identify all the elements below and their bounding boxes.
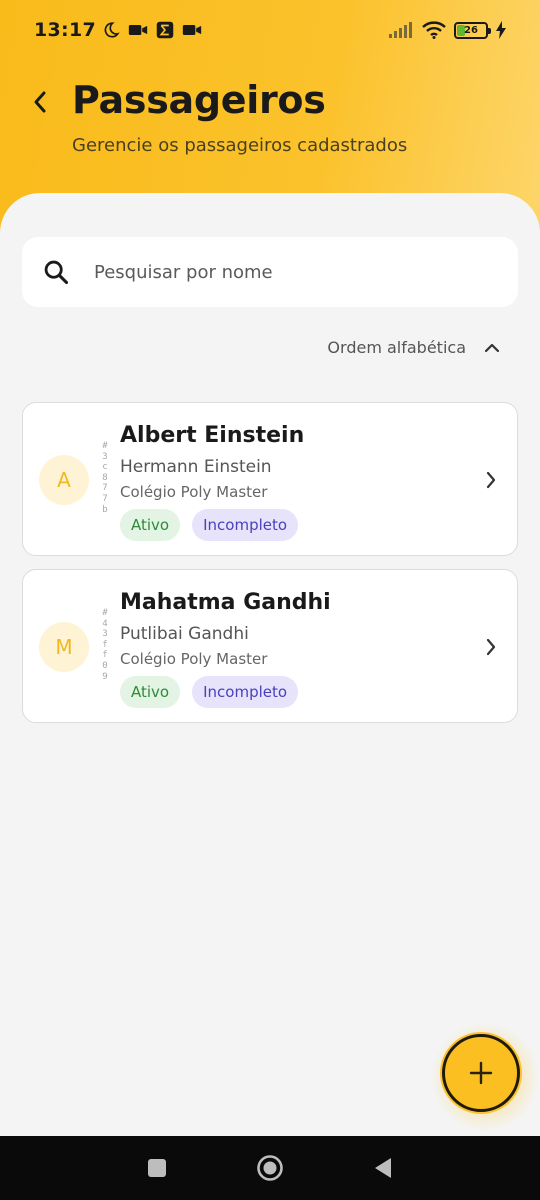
status-bar: 13:17 26 bbox=[0, 0, 540, 60]
status-time: 13:17 bbox=[34, 19, 96, 41]
video-camera-icon bbox=[128, 25, 148, 35]
avatar: A bbox=[39, 455, 89, 505]
moon-icon bbox=[104, 22, 120, 38]
sigma-app-icon bbox=[156, 21, 174, 39]
status-badge-active: Ativo bbox=[120, 509, 181, 541]
badge-group: Ativo Incompleto bbox=[120, 676, 299, 708]
back-button[interactable] bbox=[24, 84, 56, 120]
chevron-up-icon bbox=[484, 343, 500, 352]
home-button[interactable] bbox=[250, 1148, 290, 1188]
system-navigation-bar bbox=[0, 1136, 540, 1200]
battery-level: 26 bbox=[464, 24, 478, 36]
passenger-name: Mahatma Gandhi bbox=[120, 590, 331, 615]
avatar: M bbox=[39, 622, 89, 672]
circle-icon bbox=[257, 1155, 283, 1181]
recents-button[interactable] bbox=[137, 1148, 177, 1188]
wifi-icon bbox=[422, 21, 446, 39]
passenger-name: Albert Einstein bbox=[120, 423, 305, 448]
chevron-left-icon bbox=[34, 91, 46, 113]
status-badge-incomplete: Incompleto bbox=[192, 509, 299, 541]
status-badge-active: Ativo bbox=[120, 676, 181, 708]
search-bar[interactable] bbox=[22, 237, 518, 307]
plus-icon bbox=[469, 1061, 493, 1085]
status-notification-icons bbox=[102, 21, 202, 39]
page-title: Passageiros bbox=[72, 78, 326, 122]
passenger-id: #3c877b bbox=[102, 441, 108, 515]
badge-group: Ativo Incompleto bbox=[120, 509, 299, 541]
search-input[interactable] bbox=[94, 261, 474, 283]
charging-bolt-icon bbox=[496, 21, 506, 39]
chevron-right-icon bbox=[481, 635, 501, 659]
passenger-id: #43ff09 bbox=[102, 608, 108, 682]
add-passenger-button[interactable] bbox=[442, 1034, 520, 1112]
passenger-parent: Hermann Einstein bbox=[120, 457, 272, 477]
battery-icon: 26 bbox=[454, 21, 491, 39]
signal-icon bbox=[389, 22, 412, 38]
triangle-back-icon bbox=[375, 1158, 392, 1178]
chevron-right-icon bbox=[481, 468, 501, 492]
passenger-card[interactable]: A #3c877b Albert Einstein Hermann Einste… bbox=[22, 402, 518, 556]
sort-toggle[interactable]: Ordem alfabética bbox=[327, 338, 500, 357]
sort-label: Ordem alfabética bbox=[327, 338, 466, 357]
passenger-school: Colégio Poly Master bbox=[120, 650, 268, 668]
page-subtitle: Gerencie os passageiros cadastrados bbox=[72, 135, 408, 156]
square-icon bbox=[147, 1159, 166, 1177]
passenger-school: Colégio Poly Master bbox=[120, 483, 268, 501]
search-icon bbox=[40, 256, 72, 288]
passenger-card[interactable]: M #43ff09 Mahatma Gandhi Putlibai Gandhi… bbox=[22, 569, 518, 723]
passenger-parent: Putlibai Gandhi bbox=[120, 624, 249, 644]
status-system-icons: 26 bbox=[388, 21, 506, 39]
back-nav-button[interactable] bbox=[363, 1148, 403, 1188]
video-camera-icon bbox=[182, 25, 202, 35]
status-badge-incomplete: Incompleto bbox=[192, 676, 299, 708]
